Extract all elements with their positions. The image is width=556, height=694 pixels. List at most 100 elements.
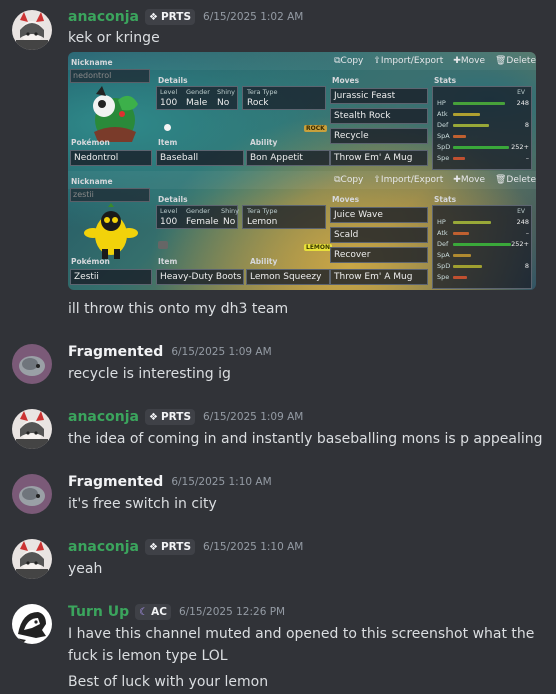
server-tag[interactable]: ❖ PRTS — [145, 539, 196, 555]
delete-button[interactable]: 🗑Delete — [495, 56, 536, 66]
server-tag[interactable]: ☾ AC — [135, 604, 171, 620]
gender-label: Gender — [186, 88, 210, 96]
trash-icon: 🗑 — [494, 175, 507, 185]
stat-row: Spe – — [437, 154, 529, 164]
server-tag[interactable]: ❖ PRTS — [145, 9, 196, 25]
stat-bar — [453, 221, 491, 224]
tag-label: PRTS — [160, 11, 192, 23]
stat-name: Atk — [437, 110, 448, 118]
message-text: Best of luck with your lemon — [68, 674, 269, 690]
move-field[interactable]: Jurassic Feast — [330, 88, 428, 104]
nickname-label: Nickname — [71, 58, 113, 67]
server-tag[interactable]: ❖ PRTS — [145, 409, 196, 425]
image-attachment[interactable]: Nickname nedontrol ⧉Copy ⇪Import/Export … — [68, 52, 536, 290]
set-toolbar: ⧉Copy ⇪Import/Export ✚Move 🗑Delete — [334, 175, 536, 185]
stat-ev: 252+ — [511, 143, 529, 151]
species-field[interactable]: Zestii — [70, 269, 152, 285]
stat-ev: 248 — [516, 218, 529, 226]
tag-label: AC — [151, 606, 167, 618]
move-field[interactable]: Throw Em' A Mug — [330, 269, 428, 285]
stat-row: SpA — [437, 132, 529, 142]
move-icon: ✚ — [453, 56, 461, 66]
avatar[interactable] — [12, 474, 52, 514]
stat-name: HP — [437, 99, 446, 107]
item-field[interactable]: Heavy-Duty Boots — [156, 269, 244, 285]
stat-row: Def 8 — [437, 121, 529, 131]
ability-field[interactable]: Bon Appetit — [246, 150, 330, 166]
stat-ev: 8 — [524, 121, 529, 129]
copy-label: Copy — [340, 175, 364, 185]
stat-name: Def — [437, 240, 449, 248]
move-field[interactable]: Scald — [330, 227, 428, 243]
message-text: the idea of coming in and instantly base… — [68, 431, 543, 447]
username[interactable]: Turn Up — [68, 604, 129, 620]
stats-label: Stats — [434, 76, 457, 85]
username[interactable]: Fragmented — [68, 474, 163, 490]
stats-label: Stats — [434, 195, 457, 204]
tera-box[interactable]: Tera Type Lemon — [242, 205, 326, 229]
avatar[interactable] — [12, 409, 52, 449]
message-text: ill throw this onto my dh3 team — [68, 301, 289, 317]
stats-box[interactable]: EV HP 248 Atk Def 8 SpA SpD 252+ Spe – — [432, 86, 532, 170]
upload-icon: ⇪ — [373, 56, 381, 66]
stat-bar — [453, 113, 480, 116]
level-label: Level — [160, 207, 178, 215]
stat-name: HP — [437, 218, 446, 226]
nickname-field[interactable]: zestii — [70, 188, 150, 202]
copy-button[interactable]: ⧉Copy — [334, 56, 363, 66]
diamond-dots-icon: ❖ — [149, 541, 158, 553]
message-text: I have this channel muted and opened to … — [68, 626, 535, 642]
ability-field[interactable]: Lemon Squeezy — [246, 269, 330, 285]
move-field[interactable]: Juice Wave — [330, 207, 428, 223]
species-field[interactable]: Nedontrol — [70, 150, 152, 166]
tera-type-badge: ROCK — [304, 125, 327, 132]
stat-bar — [453, 102, 505, 105]
stat-ev: 8 — [524, 262, 529, 270]
tera-box[interactable]: Tera Type Rock — [242, 86, 326, 110]
username[interactable]: anaconja — [68, 409, 139, 425]
username[interactable]: anaconja — [68, 539, 139, 555]
import-export-button[interactable]: ⇪Import/Export — [373, 56, 443, 66]
level-value: 100 — [160, 217, 178, 227]
avatar[interactable] — [12, 604, 52, 644]
move-field[interactable]: Throw Em' A Mug — [330, 150, 428, 166]
copy-button[interactable]: ⧉Copy — [334, 175, 363, 185]
details-box[interactable]: Level Gender Shiny 100 Male No — [156, 86, 238, 110]
item-field[interactable]: Baseball — [156, 150, 244, 166]
stat-ev: – — [525, 229, 529, 237]
delete-button[interactable]: 🗑Delete — [495, 175, 536, 185]
import-export-button[interactable]: ⇪Import/Export — [373, 175, 443, 185]
username[interactable]: Fragmented — [68, 344, 163, 360]
stat-row: SpD 252+ — [437, 143, 529, 153]
copy-label: Copy — [340, 56, 364, 66]
details-label: Details — [158, 195, 188, 204]
shiny-value: No — [223, 217, 236, 227]
tag-label: PRTS — [160, 541, 192, 553]
stat-row: SpD 8 — [437, 262, 529, 272]
move-button[interactable]: ✚Move — [453, 56, 485, 66]
delete-label: Delete — [506, 56, 536, 66]
stats-box[interactable]: EV HP 248 Atk – Def 252+ SpA SpD 8 Spe — [432, 205, 532, 289]
import-export-label: Import/Export — [380, 175, 444, 185]
avatar[interactable] — [12, 539, 52, 579]
avatar[interactable] — [12, 10, 52, 50]
tera-value: Lemon — [247, 217, 278, 227]
timestamp: 6/15/2025 1:10 AM — [171, 476, 272, 488]
moon-icon: ☾ — [139, 606, 149, 618]
move-field[interactable]: Stealth Rock — [330, 108, 428, 124]
stat-bar — [453, 254, 471, 257]
nickname-label: Nickname — [71, 177, 113, 186]
gender-label: Gender — [186, 207, 210, 215]
details-box[interactable]: Level Gender Shiny 100 Female No — [156, 205, 239, 229]
username[interactable]: anaconja — [68, 9, 139, 25]
move-button[interactable]: ✚Move — [453, 175, 485, 185]
nickname-field[interactable]: nedontrol — [70, 69, 150, 83]
stat-name: Def — [437, 121, 449, 129]
stat-name: SpA — [437, 132, 450, 140]
stat-name: Spe — [437, 273, 450, 281]
avatar[interactable] — [12, 344, 52, 384]
move-field[interactable]: Recycle — [330, 128, 428, 144]
tera-type-badge: LEMON — [304, 244, 333, 251]
stat-row: Atk – — [437, 229, 529, 239]
move-field[interactable]: Recover — [330, 247, 428, 263]
